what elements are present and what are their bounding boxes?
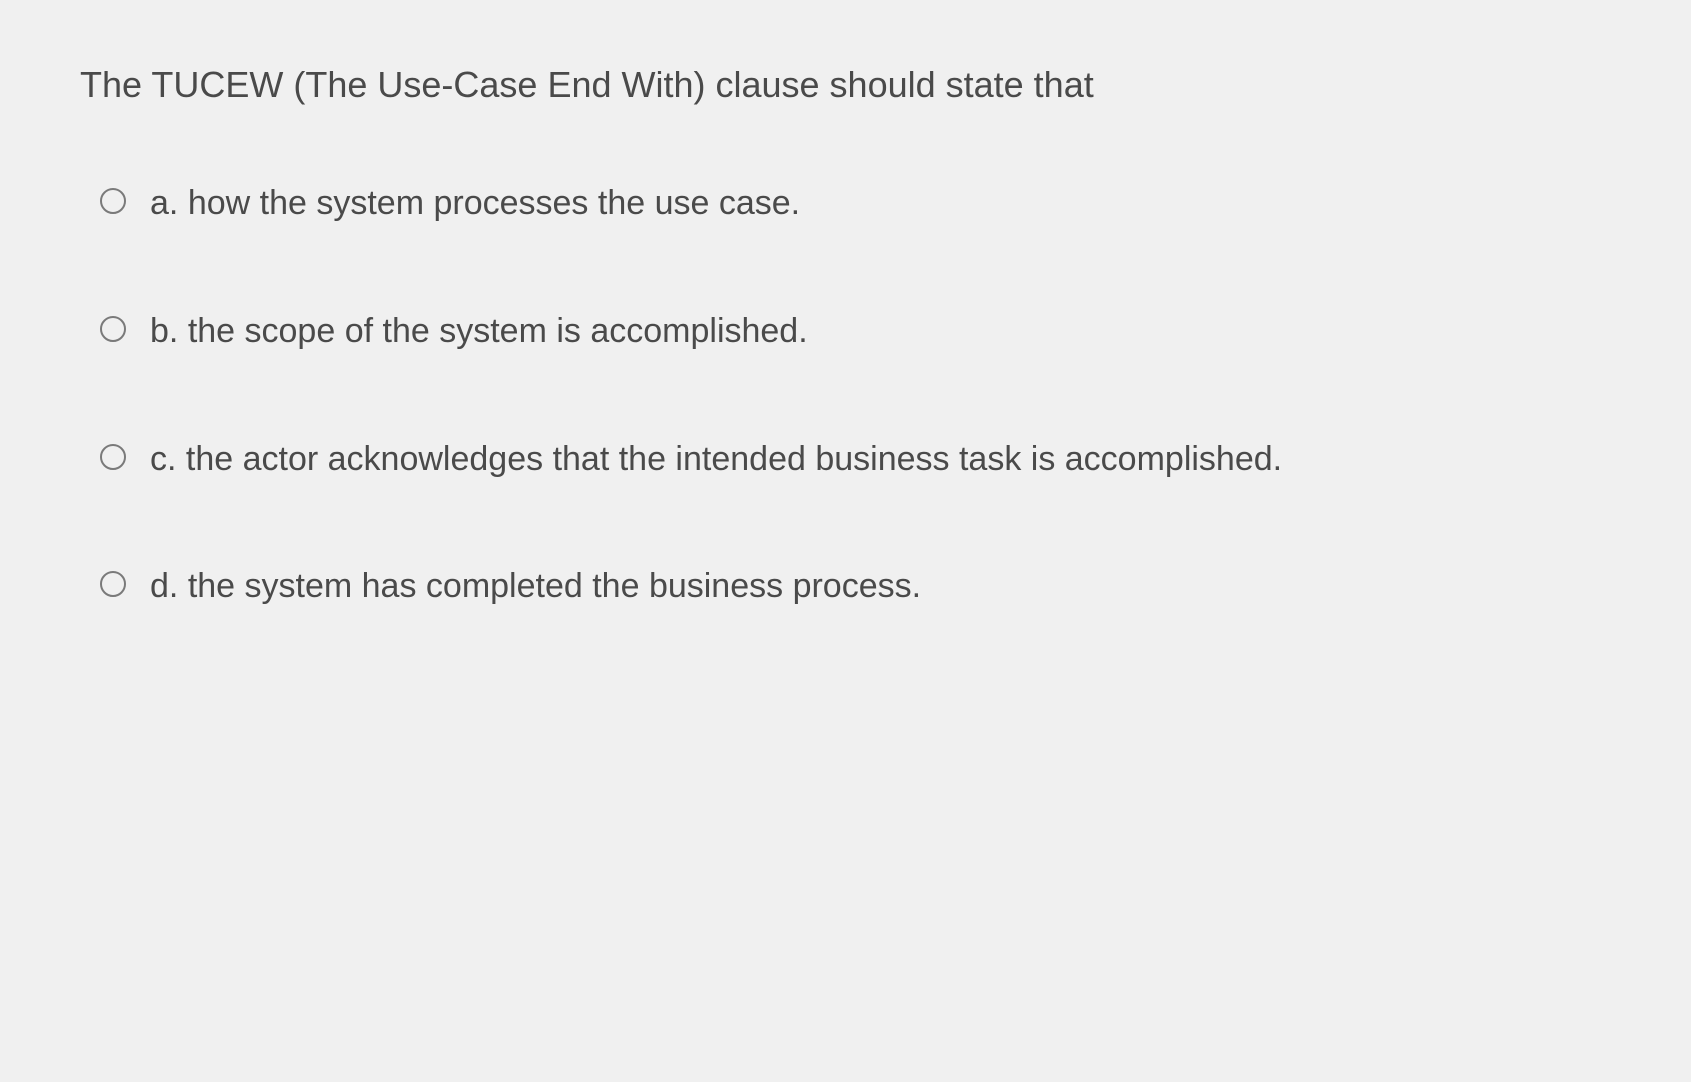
option-text-wrapper: a. how the system processes the use case… <box>150 180 800 228</box>
option-content: how the system processes the use case. <box>188 184 800 222</box>
option-d[interactable]: d. the system has completed the business… <box>100 563 1611 611</box>
question-text: The TUCEW (The Use-Case End With) clause… <box>80 60 1611 110</box>
option-content: the scope of the system is accomplished. <box>188 312 808 350</box>
option-label: b. <box>150 312 178 350</box>
options-list: a. how the system processes the use case… <box>80 180 1611 610</box>
option-b[interactable]: b. the scope of the system is accomplish… <box>100 308 1611 356</box>
option-content: the actor acknowledges that the intended… <box>186 440 1282 478</box>
radio-a[interactable] <box>100 188 126 214</box>
option-content: the system has completed the business pr… <box>188 567 921 605</box>
question-container: The TUCEW (The Use-Case End With) clause… <box>80 60 1611 611</box>
option-c[interactable]: c. the actor acknowledges that the inten… <box>100 436 1611 484</box>
option-label: a. <box>150 184 178 222</box>
option-text-wrapper: c. the actor acknowledges that the inten… <box>150 436 1282 484</box>
radio-c[interactable] <box>100 444 126 470</box>
radio-d[interactable] <box>100 571 126 597</box>
option-label: c. <box>150 440 176 478</box>
option-label: d. <box>150 567 178 605</box>
option-text-wrapper: b. the scope of the system is accomplish… <box>150 308 808 356</box>
option-a[interactable]: a. how the system processes the use case… <box>100 180 1611 228</box>
radio-b[interactable] <box>100 316 126 342</box>
option-text-wrapper: d. the system has completed the business… <box>150 563 921 611</box>
